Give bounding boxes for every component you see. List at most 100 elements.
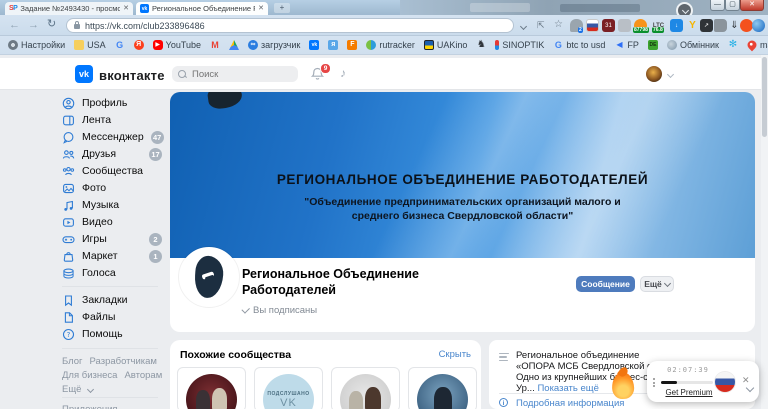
footer-link-business[interactable]: Для бизнеса [62,370,117,381]
bookmark-fp[interactable]: ◀ FP [614,40,639,50]
page-scrollbar[interactable] [761,55,768,409]
photos-icon [63,183,74,193]
sidebar-item-profile[interactable]: Профиль [62,96,162,110]
community-card[interactable] [331,367,400,409]
user-avatar[interactable] [646,66,662,82]
bookmark-drive[interactable] [229,40,240,50]
community-card[interactable]: ПОДСЛУШАНО VK [254,367,323,409]
sidebar-item-friends[interactable]: Друзья 17 [62,147,162,161]
url-text[interactable]: https://vk.com/club233896486 [85,21,205,31]
community-card[interactable] [408,367,477,409]
tab-close-icon[interactable]: ✕ [123,5,129,12]
search-input[interactable] [190,67,284,81]
back-icon[interactable]: ← [9,20,20,31]
btc-ticker-extension-icon[interactable]: 87798 [633,19,649,33]
message-button[interactable]: Сообщение [576,276,635,292]
bookmark-loader[interactable]: ∞ загрузчик [248,40,300,50]
sidebar-item-votes[interactable]: Голоса [62,266,162,280]
bookmark-chess[interactable]: ♞ [476,40,486,50]
vpn-timer-overlay[interactable]: 02:07:39 ✕ Get Premium [647,361,759,402]
ltc-ticker-extension-icon[interactable]: LTC 76.8 [652,19,665,33]
forward-icon[interactable]: → [28,20,39,31]
sidebar-cut-text[interactable]: Приложения [62,404,118,409]
bookmark-btc-usd[interactable]: Gbtc to usd [553,40,606,50]
vk-wordmark[interactable]: вконтакте [99,68,165,83]
bookmark-google[interactable]: G [115,40,125,50]
umbrella-extension-icon[interactable]: 2 [570,19,583,33]
footer-link-blog[interactable]: Блог [62,356,83,367]
tab-task[interactable]: SP Задание №2493430 - просмотр з ✕ [5,2,133,15]
scrollbar-thumb[interactable] [762,57,767,137]
footer-link-more[interactable]: Ещё [62,384,81,395]
footer-link-devs[interactable]: Разработчикам [90,356,157,367]
community-avatar[interactable] [179,247,239,307]
new-tab-button[interactable]: + [274,3,290,13]
get-premium-link[interactable]: Get Premium [653,388,725,397]
sidebar-item-files[interactable]: Файлы [62,310,162,324]
puzzle-extensions-icon[interactable] [714,19,727,32]
close-button[interactable]: ✕ [740,0,764,11]
maps-pin-icon [745,38,759,52]
search-box[interactable] [172,66,298,82]
bookmark-translate[interactable]: я [328,40,339,50]
tab-close-icon[interactable]: ✕ [258,5,264,12]
sidebar-item-market[interactable]: Маркет 1 [62,249,162,263]
sidebar-item-help[interactable]: ? Помощь [62,327,162,341]
sidebar-item-games[interactable]: Игры 2 [62,232,162,246]
bookmark-maps[interactable]: maps [745,38,768,52]
autofill-caret-icon[interactable] [519,22,528,31]
bookmark-gmail[interactable]: M [210,40,220,50]
bookmark-rutracker[interactable]: rutracker [366,40,415,50]
bookmark-sinoptik[interactable]: SINOPTIK [495,40,544,50]
share-icon[interactable]: ⇱ [537,20,545,31]
bookmark-settings[interactable]: Настройки [8,40,65,50]
more-button[interactable]: Ещё [640,276,674,292]
bookmark-folder-usa[interactable]: USA [74,40,106,50]
bookmark-yandex[interactable]: Я [133,40,144,50]
video-downloader-extension-icon[interactable]: ↓ [670,19,683,32]
sidebar-item-messenger[interactable]: Мессенджер 47 [62,130,164,144]
sidebar-divider [62,286,158,287]
description-icon [499,353,509,363]
star-snowflake-icon: ✻ [728,39,738,50]
tab-vk-group[interactable]: vk Региональное Объединение Раб ✕ [136,2,268,15]
sidebar-item-bookmarks[interactable]: Закладки [62,293,162,307]
community-card[interactable] [177,367,246,409]
footer-link-authors[interactable]: Авторам [124,370,162,381]
hide-link[interactable]: Скрыть [439,349,471,360]
bookmark-vk[interactable]: vk [309,40,320,50]
bookmark-f-site[interactable]: F [347,40,358,50]
y-extension-icon[interactable]: Y [686,19,699,32]
user-menu-caret-icon[interactable] [666,70,675,79]
info-line: Региональное объединение [516,350,640,361]
bookmark-youtube[interactable]: ▶ YouTube [152,40,201,50]
maximize-button[interactable]: ▢ [725,0,740,11]
bookmark-exchange[interactable]: Обмінник [666,40,719,50]
ru-flag-extension-icon[interactable] [586,19,599,32]
sidebar-item-video[interactable]: Видео [62,215,162,229]
music-icon[interactable]: ♪ [340,66,346,80]
detailed-info-link[interactable]: Подробная информация [516,398,624,409]
sidebar-item-photos[interactable]: Фото [62,181,162,195]
community-avatar [186,374,237,409]
clipboard-extension-icon[interactable] [618,19,631,32]
bookmark-kyivstar[interactable]: ✻ [728,40,738,50]
minimize-button[interactable]: — [710,0,725,11]
address-bar[interactable]: https://vk.com/club233896486 [66,18,514,33]
bookmark-uakino[interactable]: UAKino [423,40,467,50]
profile-globe-icon[interactable] [752,19,765,32]
progress-track[interactable] [661,381,713,384]
sidebar-item-feed[interactable]: Лента [62,113,162,127]
sidebar-item-music[interactable]: Музыка [62,198,162,212]
bookmark-star-icon[interactable]: ☆ [554,19,563,30]
market-icon [63,251,74,262]
sidebar-item-communities[interactable]: Сообщества [62,164,162,178]
calendar-extension-icon[interactable]: 31 [602,19,615,32]
bookmark-green-site[interactable]: DE [647,40,658,50]
refresh-icon[interactable]: ↻ [47,19,56,30]
vk-logo[interactable]: vk [75,65,93,83]
sidebar-footer-row1: Блог Разработчикам [62,356,164,367]
dark-extension-icon[interactable]: ↗ [700,19,713,32]
drag-handle-icon[interactable] [653,378,655,389]
timer-text: 02:07:39 [667,366,709,374]
